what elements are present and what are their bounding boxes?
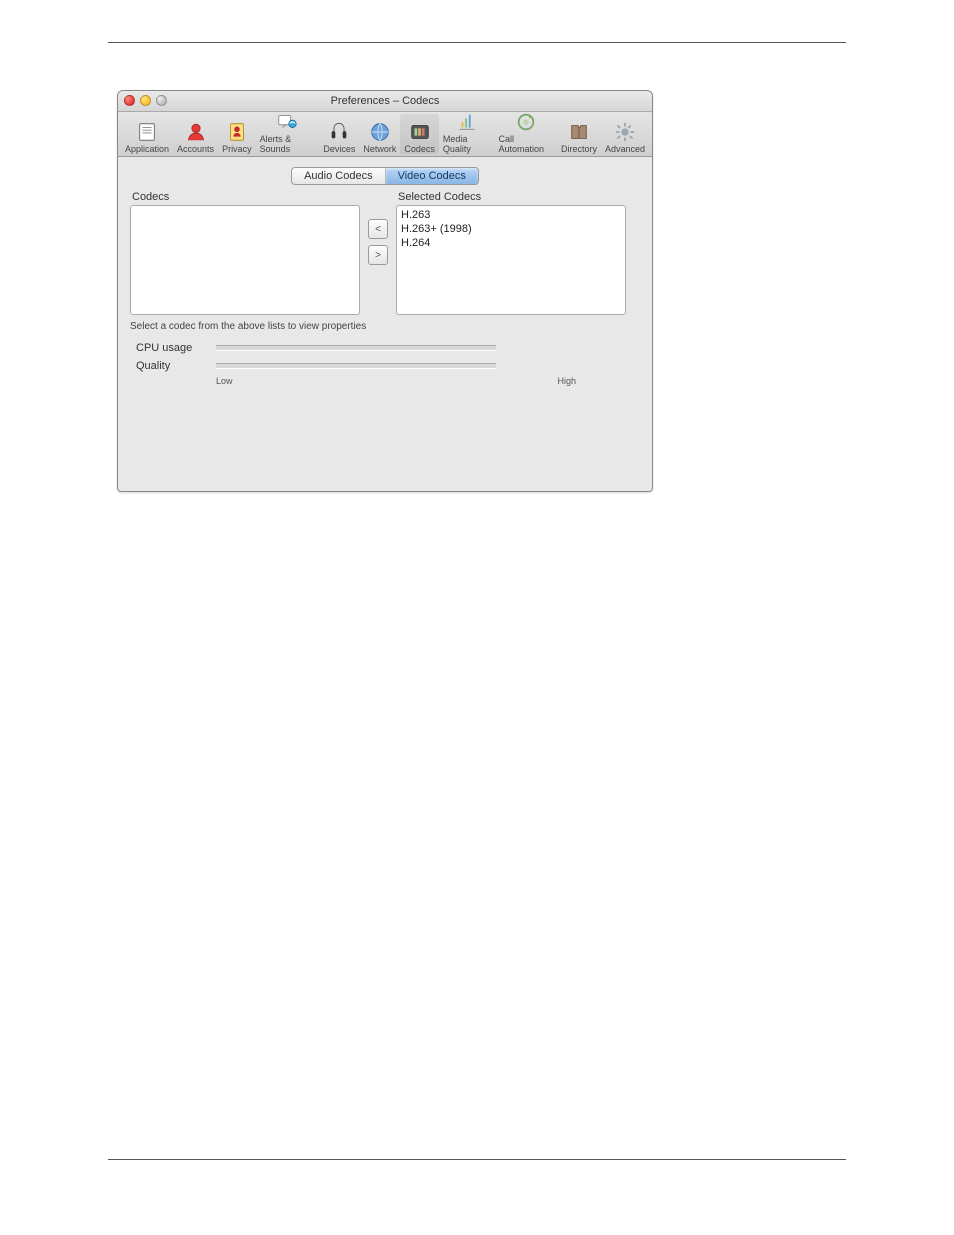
- scale-high: High: [557, 376, 576, 386]
- application-icon: [136, 121, 158, 143]
- toolbar-item-call-automation[interactable]: Call Automation: [494, 114, 556, 154]
- toolbar-label: Alerts & Sounds: [260, 134, 316, 154]
- list-item[interactable]: H.264: [401, 236, 621, 250]
- accounts-icon: [185, 121, 207, 143]
- toolbar-item-accounts[interactable]: Accounts: [173, 114, 218, 154]
- properties-hint: Select a codec from the above lists to v…: [130, 321, 640, 332]
- toolbar-item-media-quality[interactable]: Media Quality: [439, 114, 495, 154]
- network-icon: [369, 121, 391, 143]
- available-codecs-list[interactable]: [130, 205, 360, 315]
- window-titlebar: Preferences – Codecs: [118, 91, 652, 112]
- toolbar-label: Directory: [561, 144, 597, 154]
- preferences-toolbar: Application Accounts Privacy Alerts & So…: [118, 112, 652, 157]
- toolbar-item-network[interactable]: Network: [359, 114, 400, 154]
- move-right-button[interactable]: >: [368, 245, 388, 265]
- toolbar-item-privacy[interactable]: Privacy: [218, 114, 256, 154]
- quality-label: Quality: [130, 360, 216, 372]
- toolbar-item-devices[interactable]: Devices: [319, 114, 359, 154]
- close-icon[interactable]: [124, 95, 135, 106]
- cpu-usage-slider[interactable]: [216, 345, 496, 351]
- available-codecs-label: Codecs: [130, 191, 360, 203]
- chevron-left-icon: <: [375, 224, 381, 235]
- gear-icon: [614, 121, 636, 143]
- window-title: Preferences – Codecs: [331, 95, 440, 107]
- directory-icon: [568, 121, 590, 143]
- minimize-icon[interactable]: [140, 95, 151, 106]
- selected-codecs-label: Selected Codecs: [396, 191, 626, 203]
- chevron-right-icon: >: [375, 250, 381, 261]
- scale-low: Low: [216, 376, 233, 386]
- list-item[interactable]: H.263: [401, 208, 621, 222]
- toolbar-item-advanced[interactable]: Advanced: [601, 114, 649, 154]
- zoom-icon[interactable]: [156, 95, 167, 106]
- toolbar-label: Application: [125, 144, 169, 154]
- toolbar-item-application[interactable]: Application: [121, 114, 173, 154]
- media-quality-icon: [456, 111, 478, 133]
- toolbar-label: Devices: [323, 144, 355, 154]
- call-automation-icon: [515, 111, 537, 133]
- codec-type-tabs: Audio Codecs Video Codecs: [291, 167, 479, 185]
- toolbar-label: Media Quality: [443, 134, 491, 154]
- tab-audio-codecs[interactable]: Audio Codecs: [292, 168, 386, 184]
- move-left-button[interactable]: <: [368, 219, 388, 239]
- preferences-window: Preferences – Codecs Application Account…: [117, 90, 653, 492]
- quality-slider[interactable]: [216, 363, 496, 369]
- codecs-icon: [409, 121, 431, 143]
- toolbar-label: Network: [363, 144, 396, 154]
- toolbar-label: Call Automation: [498, 134, 552, 154]
- toolbar-item-alerts[interactable]: Alerts & Sounds: [256, 114, 320, 154]
- list-item[interactable]: H.263+ (1998): [401, 222, 621, 236]
- tab-video-codecs[interactable]: Video Codecs: [386, 168, 478, 184]
- toolbar-label: Privacy: [222, 144, 252, 154]
- toolbar-item-codecs[interactable]: Codecs: [400, 114, 439, 154]
- toolbar-label: Advanced: [605, 144, 645, 154]
- toolbar-label: Accounts: [177, 144, 214, 154]
- alerts-icon: [276, 111, 298, 133]
- toolbar-label: Codecs: [404, 144, 435, 154]
- toolbar-item-directory[interactable]: Directory: [557, 114, 601, 154]
- cpu-usage-label: CPU usage: [130, 342, 216, 354]
- selected-codecs-list[interactable]: H.263 H.263+ (1998) H.264: [396, 205, 626, 315]
- devices-icon: [328, 121, 350, 143]
- privacy-icon: [226, 121, 248, 143]
